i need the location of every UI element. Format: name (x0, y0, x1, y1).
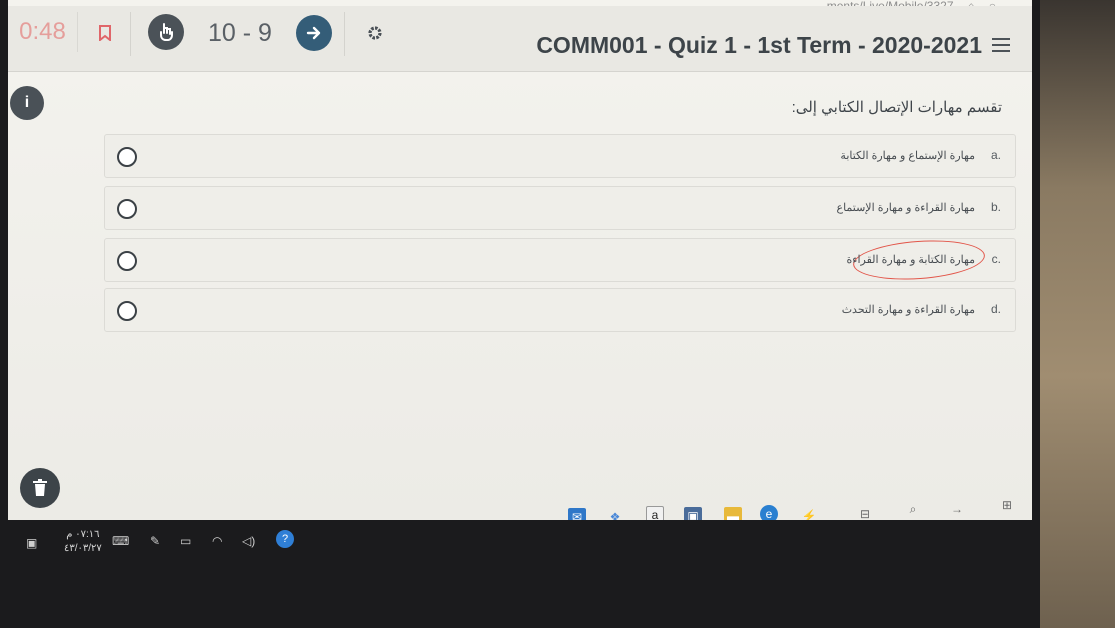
task-view-icon[interactable]: ⊟ (856, 505, 874, 520)
battery-icon[interactable]: ▭ (180, 534, 191, 548)
question-text: تقسم مهارات الإتصال الكتابي إلى: (791, 99, 1002, 116)
quiz-title: COMM001 - Quiz 1 - 1st Term - 2020-2021 (536, 32, 982, 58)
answer-option-d[interactable]: مهارة القراءة و مهارة التحدث d. (104, 288, 1016, 332)
timer: 0:48 (8, 12, 78, 52)
notification-icon[interactable]: ▣ (26, 536, 37, 550)
volume-icon[interactable]: ◁) (242, 534, 255, 548)
option-text: مهارة الإستماع و مهارة الكتابة (840, 150, 975, 162)
quiz-screen: …ments/Live/Mobile/3327 ⌂ ○ → 0:48 10 - … (8, 0, 1032, 520)
question-counter: 10 - 9 (208, 18, 272, 47)
keyboard-icon[interactable]: ⌨ (112, 534, 129, 548)
gear-icon (368, 26, 382, 40)
hand-pointer-icon (160, 23, 173, 41)
store-icon[interactable]: ▣ (684, 507, 702, 520)
header-divider (130, 12, 131, 56)
next-question-button[interactable] (296, 15, 332, 51)
arrow-icon[interactable]: → (948, 500, 966, 518)
option-letter: c. (991, 252, 1001, 266)
flag-hand-button[interactable] (148, 14, 184, 50)
search-icon[interactable]: ⌕ (904, 500, 922, 518)
help-icon[interactable]: ? (276, 530, 294, 548)
option-text: مهارة الكتابة و مهارة القراءة (846, 254, 975, 266)
edge-browser-icon[interactable]: e (760, 505, 778, 520)
info-button[interactable]: i (10, 86, 44, 120)
answer-option-c[interactable]: مهارة الكتابة و مهارة القراءة c. (104, 236, 1016, 284)
radio-button[interactable] (117, 199, 137, 219)
trash-icon (33, 479, 47, 496)
clock-time: ٠٧:١٦ م (66, 529, 100, 540)
file-explorer-icon[interactable]: ▬ (724, 507, 742, 520)
clock[interactable]: ٠٧:١٦ م ٤٣/٠٣/٢٧ (64, 528, 102, 556)
answer-option-a[interactable]: مهارة الإستماع و مهارة الكتابة a. (104, 134, 1016, 178)
hamburger-menu-icon[interactable] (992, 38, 1010, 54)
radio-button[interactable] (117, 251, 137, 271)
windows-start-icon[interactable]: ⊞ (998, 496, 1016, 514)
header-divider (344, 12, 345, 56)
option-letter: b. (990, 200, 1001, 214)
vscode-icon[interactable]: ⚡ (800, 507, 818, 520)
clock-date: ٤٣/٠٣/٢٧ (64, 543, 102, 554)
radio-button[interactable] (117, 147, 137, 167)
option-letter: d. (990, 302, 1001, 316)
delete-button[interactable] (20, 468, 60, 508)
desk-background (1040, 0, 1115, 628)
answer-option-b[interactable]: مهارة القراءة و مهارة الإستماع b. (104, 186, 1016, 230)
wifi-icon[interactable]: ◠ (212, 534, 222, 548)
mail-icon[interactable]: ✉ (568, 508, 586, 520)
quiz-header: 0:48 10 - 9 COMM001 - Quiz 1 - 1st Term … (8, 6, 1032, 72)
dropbox-icon[interactable]: ❖ (606, 508, 624, 520)
option-text: مهارة القراءة و مهارة التحدث (841, 304, 975, 316)
info-icon: i (24, 94, 30, 111)
arrow-right-icon (306, 26, 321, 40)
radio-button[interactable] (117, 301, 137, 321)
pen-icon[interactable]: ✎ (150, 534, 160, 548)
system-tray: ▣ ٠٧:١٦ م ٤٣/٠٣/٢٧ ⌨ ✎ ▭ ◠ ◁) ? (24, 528, 324, 558)
option-letter: a. (990, 148, 1001, 162)
bookmark-icon (99, 25, 111, 41)
bookmark-button[interactable] (90, 16, 120, 50)
option-text: مهارة القراءة و مهارة الإستماع (836, 202, 976, 214)
settings-button[interactable] (360, 18, 390, 48)
amazon-icon[interactable]: a (646, 506, 664, 520)
